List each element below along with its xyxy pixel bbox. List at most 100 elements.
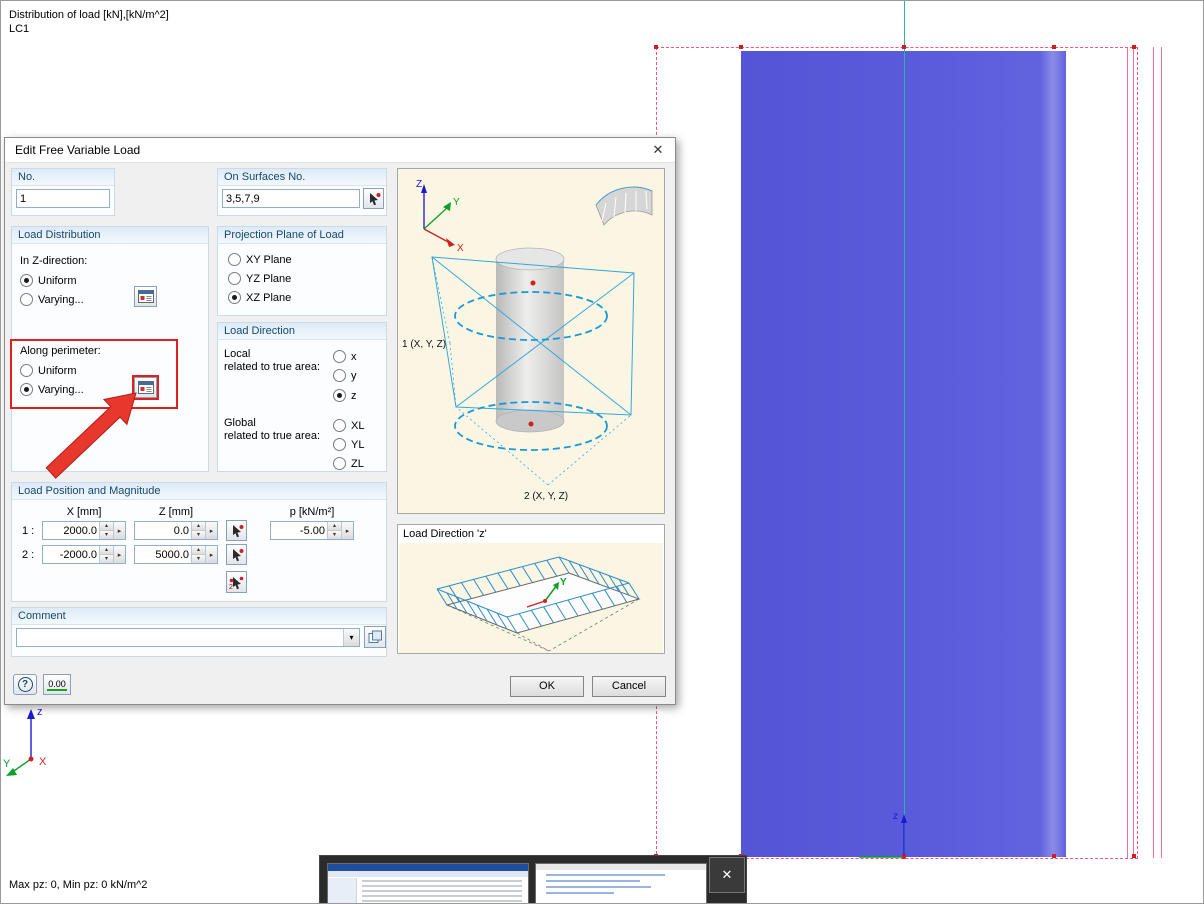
z-uniform-radio[interactable]: Uniform <box>20 274 77 287</box>
group-load-position-title: Load Position and Magnitude <box>12 483 386 500</box>
radio-icon <box>333 350 346 363</box>
global-zl-radio[interactable]: ZL <box>333 457 364 470</box>
z-varying-radio[interactable]: Varying... <box>20 293 84 306</box>
comment-input[interactable] <box>17 629 343 646</box>
edit-free-variable-load-dialog: Edit Free Variable Load ✕ No. On Surface… <box>4 137 676 705</box>
help-button[interactable]: ? <box>13 674 37 695</box>
dialog-close-button[interactable]: ✕ <box>641 138 675 161</box>
load-direction-graphic: Y <box>436 556 641 652</box>
local-y-radio[interactable]: y <box>333 369 357 382</box>
thumbnail-close-button[interactable]: ✕ <box>709 857 745 893</box>
pick-arrow-icon <box>232 548 243 561</box>
spin-down-icon[interactable]: ▾ <box>328 531 341 539</box>
load-preview-panel: Z Y X 1 (X, Y, Z) 2 (X, Y, Z) <box>397 168 665 514</box>
pick-arrow-icon <box>232 524 243 537</box>
spin-up-icon[interactable]: ▴ <box>100 546 113 555</box>
load-case-label: LC1 <box>9 23 30 35</box>
spinner-arrows: ▴ ▾ <box>191 546 205 563</box>
window-thumbnail-1[interactable] <box>327 863 529 903</box>
z1-input[interactable] <box>135 522 191 539</box>
edit-dialog-icon <box>137 381 154 394</box>
perimeter-varying-edit-button[interactable] <box>132 375 159 400</box>
perimeter-uniform-radio[interactable]: Uniform <box>20 364 77 377</box>
surfaces-pick-button[interactable] <box>363 188 384 209</box>
grid-axis-z-label: z <box>893 811 898 822</box>
global-label: Global <box>224 417 256 429</box>
units-button[interactable]: 0.00 <box>43 674 71 695</box>
x1-input[interactable] <box>43 522 99 539</box>
column-header-z: Z [mm] <box>158 506 194 518</box>
xz-plane-radio[interactable]: XZ Plane <box>228 291 291 304</box>
spin-expand-icon[interactable]: ▸ <box>113 546 125 563</box>
spin-expand-icon[interactable]: ▸ <box>113 522 125 539</box>
group-load-direction-title: Load Direction <box>218 323 386 340</box>
pick-two-points-button[interactable]: 2 <box>226 571 247 593</box>
group-comment: Comment ▾ <box>11 607 387 657</box>
load-number-input[interactable] <box>17 190 109 207</box>
xy-plane-radio[interactable]: XY Plane <box>228 253 292 266</box>
group-no-title: No. <box>12 169 114 186</box>
spin-down-icon[interactable]: ▾ <box>192 555 205 563</box>
z1-spinner: ▴ ▾ ▸ <box>134 521 218 540</box>
global-yl-radio[interactable]: YL <box>333 438 364 451</box>
point1-pick-button[interactable] <box>226 520 247 541</box>
spin-down-icon[interactable]: ▾ <box>100 531 113 539</box>
radio-icon <box>333 389 346 402</box>
x1-spinner: ▴ ▾ ▸ <box>42 521 126 540</box>
p1-input[interactable] <box>271 522 327 539</box>
z-direction-label: In Z-direction: <box>20 255 88 267</box>
spin-expand-icon[interactable]: ▸ <box>205 546 217 563</box>
point2-pick-button[interactable] <box>226 544 247 565</box>
group-projection-title: Projection Plane of Load <box>218 227 386 244</box>
group-load-distribution: Load Distribution In Z-direction: Unifor… <box>10 226 209 472</box>
spin-up-icon[interactable]: ▴ <box>328 522 341 531</box>
z-varying-edit-button[interactable] <box>134 286 157 307</box>
p1-spinner: ▴ ▾ ▸ <box>270 521 354 540</box>
view-axes: z Y X <box>3 706 47 776</box>
thumbnail-titlebar <box>536 864 706 870</box>
load-preview-graphic: Z Y X 1 (X, Y, Z) 2 (X, Y, Z) <box>402 179 653 502</box>
spin-up-icon[interactable]: ▴ <box>192 546 205 555</box>
axis-line <box>904 1 905 858</box>
comment-library-button[interactable] <box>364 626 386 648</box>
svg-text:2: 2 <box>229 584 233 590</box>
radio-icon <box>333 369 346 382</box>
spin-up-icon[interactable]: ▴ <box>100 522 113 531</box>
group-projection-plane: Projection Plane of Load XY Plane YZ Pla… <box>217 226 387 316</box>
comment-dropdown-icon[interactable]: ▾ <box>343 629 359 646</box>
view-title: Distribution of load [kN],[kN/m^2] <box>9 9 169 21</box>
window-thumbnail-2[interactable] <box>535 863 707 903</box>
local-z-radio[interactable]: z <box>333 389 357 402</box>
surface-edge-line <box>1133 47 1134 858</box>
axis-z-label: z <box>37 706 43 718</box>
dialog-titlebar[interactable]: Edit Free Variable Load ✕ <box>5 138 675 163</box>
cancel-button[interactable]: Cancel <box>592 676 666 697</box>
comment-combobox: ▾ <box>16 628 360 647</box>
taskbar-preview-panel: ✕ <box>319 855 747 903</box>
surface-edge-line <box>1127 47 1128 858</box>
group-surfaces: On Surfaces No. <box>217 168 387 216</box>
spin-up-icon[interactable]: ▴ <box>192 522 205 531</box>
spin-expand-icon[interactable]: ▸ <box>205 522 217 539</box>
z2-input[interactable] <box>135 546 191 563</box>
copy-sheets-icon <box>368 630 382 643</box>
spin-down-icon[interactable]: ▾ <box>192 531 205 539</box>
preview-point1-label: 1 (X, Y, Z) <box>402 339 446 350</box>
spin-expand-icon[interactable]: ▸ <box>341 522 353 539</box>
z2-spinner: ▴ ▾ ▸ <box>134 545 218 564</box>
local-x-radio[interactable]: x <box>333 350 357 363</box>
thumbnail-toolbar <box>328 871 528 877</box>
ok-button[interactable]: OK <box>510 676 584 697</box>
radio-icon <box>333 457 346 470</box>
node-dot <box>1132 45 1136 49</box>
global-xl-radio[interactable]: XL <box>333 419 364 432</box>
load-direction-label: Load Direction 'z' <box>403 528 487 540</box>
yz-plane-radio[interactable]: YZ Plane <box>228 272 291 285</box>
preview-point2-label: 2 (X, Y, Z) <box>524 491 568 502</box>
spinner-arrows: ▴ ▾ <box>99 546 113 563</box>
perimeter-varying-radio[interactable]: Varying... <box>20 383 84 396</box>
surfaces-input[interactable] <box>223 190 359 207</box>
x2-input[interactable] <box>43 546 99 563</box>
edit-dialog-icon <box>137 290 154 303</box>
spin-down-icon[interactable]: ▾ <box>100 555 113 563</box>
